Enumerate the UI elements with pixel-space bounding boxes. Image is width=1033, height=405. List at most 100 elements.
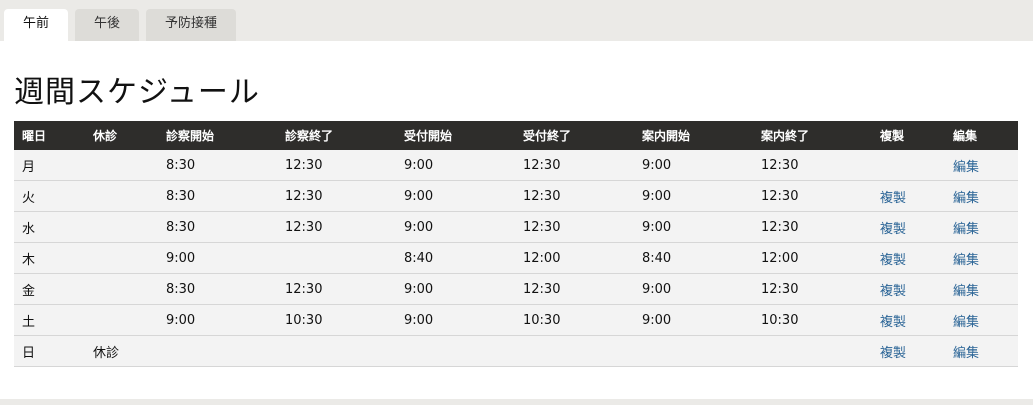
cell-reception-end — [515, 335, 634, 367]
cell-reception-start: 9:00 — [396, 150, 515, 181]
copy-link[interactable]: 複製 — [880, 253, 906, 268]
tab-vaccination[interactable]: 予防接種 — [146, 9, 236, 41]
cell-exam-end: 12:30 — [277, 180, 396, 212]
copy-link[interactable]: 複製 — [880, 284, 906, 299]
cell-reception-start: 8:40 — [396, 242, 515, 274]
table-row: 日休診 複製 編集 — [14, 335, 1018, 367]
cell-closed — [85, 150, 158, 181]
cell-exam-start: 9:00 — [158, 304, 277, 336]
cell-copy: 複製 — [872, 335, 945, 367]
page-title: 週間スケジュール — [14, 75, 260, 110]
cell-reception-end: 10:30 — [515, 304, 634, 336]
cell-closed — [85, 242, 158, 274]
header-closed: 休診 — [85, 121, 158, 150]
cell-edit: 編集 — [945, 335, 1018, 367]
cell-copy: 複製 — [872, 211, 945, 243]
copy-link[interactable]: 複製 — [880, 346, 906, 361]
cell-exam-start: 8:30 — [158, 273, 277, 305]
cell-exam-end: 12:30 — [277, 273, 396, 305]
cell-edit: 編集 — [945, 242, 1018, 274]
copy-link[interactable]: 複製 — [880, 191, 906, 206]
tab-bar: 午前 午後 予防接種 — [0, 0, 1033, 42]
cell-reception-end: 12:30 — [515, 211, 634, 243]
edit-link[interactable]: 編集 — [953, 315, 979, 330]
header-guide-end: 案内終了 — [753, 121, 872, 150]
cell-copy — [872, 150, 945, 181]
edit-link[interactable]: 編集 — [953, 284, 979, 299]
content-panel: 週間スケジュール 曜日 休診 診察開始 診察終了 受付開始 受付終了 案内開始 … — [0, 41, 1033, 399]
cell-copy: 複製 — [872, 242, 945, 274]
edit-link[interactable]: 編集 — [953, 191, 979, 206]
cell-closed — [85, 273, 158, 305]
header-copy: 複製 — [872, 121, 945, 150]
cell-closed — [85, 304, 158, 336]
cell-exam-start: 8:30 — [158, 211, 277, 243]
cell-guide-start — [634, 335, 753, 367]
cell-day: 日 — [14, 335, 85, 367]
cell-exam-end: 12:30 — [277, 150, 396, 181]
table-row: 土 9:00 10:30 9:00 10:30 9:00 10:30 複製 編集 — [14, 304, 1018, 336]
cell-exam-start — [158, 335, 277, 367]
cell-guide-start: 9:00 — [634, 150, 753, 181]
cell-exam-end: 12:30 — [277, 211, 396, 243]
tab-morning[interactable]: 午前 — [4, 9, 68, 42]
table-row: 木 9:00 8:40 12:00 8:40 12:00 複製 編集 — [14, 242, 1018, 274]
cell-guide-end — [753, 335, 872, 367]
table-row: 金 8:30 12:30 9:00 12:30 9:00 12:30 複製 編集 — [14, 273, 1018, 305]
cell-guide-end: 12:30 — [753, 273, 872, 305]
cell-copy: 複製 — [872, 273, 945, 305]
cell-edit: 編集 — [945, 273, 1018, 305]
cell-exam-end: 10:30 — [277, 304, 396, 336]
cell-reception-start: 9:00 — [396, 273, 515, 305]
cell-reception-end: 12:00 — [515, 242, 634, 274]
copy-link[interactable]: 複製 — [880, 222, 906, 237]
cell-exam-start: 9:00 — [158, 242, 277, 274]
cell-closed: 休診 — [85, 335, 158, 367]
table-row: 火 8:30 12:30 9:00 12:30 9:00 12:30 複製 編集 — [14, 180, 1018, 212]
cell-day: 土 — [14, 304, 85, 336]
cell-reception-start — [396, 335, 515, 367]
edit-link[interactable]: 編集 — [953, 346, 979, 361]
table-row: 月 8:30 12:30 9:00 12:30 9:00 12:30 編集 — [14, 150, 1018, 181]
cell-closed — [85, 211, 158, 243]
cell-day: 水 — [14, 211, 85, 243]
header-reception-start: 受付開始 — [396, 121, 515, 150]
cell-day: 火 — [14, 180, 85, 212]
cell-reception-end: 12:30 — [515, 273, 634, 305]
table-header-row: 曜日 休診 診察開始 診察終了 受付開始 受付終了 案内開始 案内終了 複製 編… — [14, 121, 1018, 150]
cell-copy: 複製 — [872, 180, 945, 212]
schedule-table: 曜日 休診 診察開始 診察終了 受付開始 受付終了 案内開始 案内終了 複製 編… — [14, 121, 1018, 367]
cell-edit: 編集 — [945, 211, 1018, 243]
cell-guide-start: 8:40 — [634, 242, 753, 274]
cell-edit: 編集 — [945, 150, 1018, 181]
cell-guide-start: 9:00 — [634, 180, 753, 212]
edit-link[interactable]: 編集 — [953, 222, 979, 237]
cell-exam-start: 8:30 — [158, 180, 277, 212]
cell-guide-start: 9:00 — [634, 211, 753, 243]
edit-link[interactable]: 編集 — [953, 253, 979, 268]
cell-reception-start: 9:00 — [396, 180, 515, 212]
header-guide-start: 案内開始 — [634, 121, 753, 150]
cell-guide-end: 12:30 — [753, 150, 872, 181]
cell-exam-end — [277, 335, 396, 367]
copy-link[interactable]: 複製 — [880, 315, 906, 330]
tab-afternoon[interactable]: 午後 — [75, 9, 139, 41]
cell-guide-end: 12:30 — [753, 180, 872, 212]
cell-guide-start: 9:00 — [634, 273, 753, 305]
header-edit: 編集 — [945, 121, 1018, 150]
cell-day: 月 — [14, 150, 85, 181]
header-exam-start: 診察開始 — [158, 121, 277, 150]
cell-guide-end: 12:00 — [753, 242, 872, 274]
cell-reception-end: 12:30 — [515, 150, 634, 181]
edit-link[interactable]: 編集 — [953, 160, 979, 175]
header-reception-end: 受付終了 — [515, 121, 634, 150]
cell-reception-start: 9:00 — [396, 211, 515, 243]
header-exam-end: 診察終了 — [277, 121, 396, 150]
cell-day: 金 — [14, 273, 85, 305]
cell-reception-end: 12:30 — [515, 180, 634, 212]
cell-edit: 編集 — [945, 180, 1018, 212]
cell-edit: 編集 — [945, 304, 1018, 336]
header-day: 曜日 — [14, 121, 85, 150]
cell-exam-start: 8:30 — [158, 150, 277, 181]
table-row: 水 8:30 12:30 9:00 12:30 9:00 12:30 複製 編集 — [14, 211, 1018, 243]
